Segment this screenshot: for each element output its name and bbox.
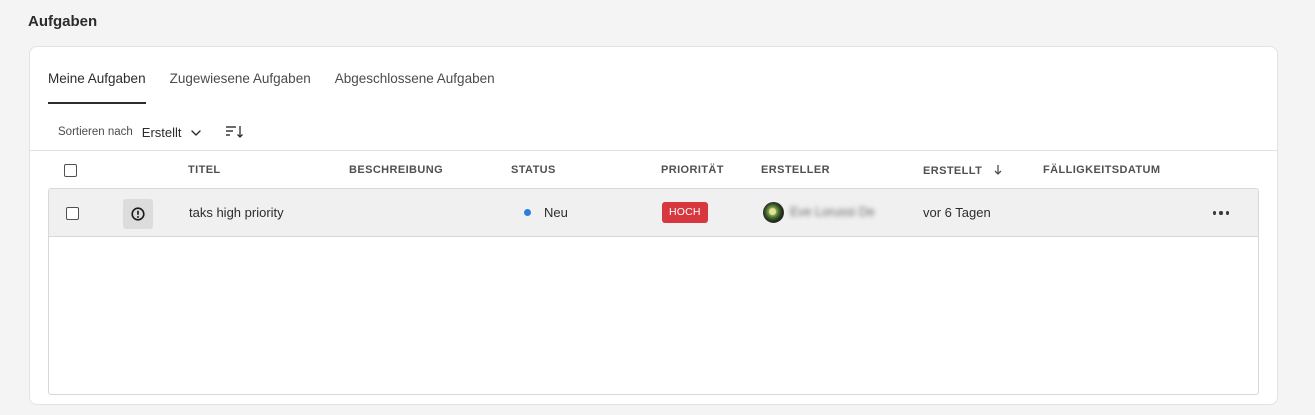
task-table: taks high priority Neu HOCH Eve Lorussi … (48, 188, 1259, 395)
column-header-status[interactable]: STATUS (511, 164, 556, 176)
task-status: Neu (544, 205, 568, 220)
sort-label: Sortieren nach (58, 126, 133, 138)
creator-name: Eve Lorussi De (790, 205, 875, 219)
row-checkbox[interactable] (66, 207, 79, 220)
column-header-creator[interactable]: ERSTELLER (761, 164, 830, 176)
task-title[interactable]: taks high priority (189, 189, 284, 236)
column-header-title[interactable]: TITEL (188, 164, 221, 176)
status-dot (524, 209, 531, 216)
column-header-due-date[interactable]: FÄLLIGKEITSDATUM (1043, 164, 1160, 176)
more-horizontal-icon (1212, 211, 1217, 215)
arrow-down-icon (994, 165, 1002, 175)
chevron-down-icon (190, 126, 202, 138)
tab-list: Meine Aufgaben Zugewiesene Aufgaben Abge… (48, 47, 519, 104)
select-all-checkbox[interactable] (64, 164, 77, 177)
sort-descending-icon[interactable] (225, 124, 245, 140)
toolbar-divider (30, 150, 1277, 151)
tab-my-tasks[interactable]: Meine Aufgaben (48, 47, 146, 104)
tab-assigned-tasks[interactable]: Zugewiesene Aufgaben (170, 47, 311, 104)
tab-completed-tasks[interactable]: Abgeschlossene Aufgaben (335, 47, 495, 104)
sort-value: Erstellt (141, 124, 182, 140)
page-title: Aufgaben (28, 13, 98, 30)
column-header-priority[interactable]: PRIORITÄT (661, 164, 724, 176)
sort-bar: Sortieren nach Erstellt (58, 121, 245, 143)
more-actions-button[interactable] (1209, 203, 1233, 223)
tasks-card: Meine Aufgaben Zugewiesene Aufgaben Abge… (29, 46, 1278, 405)
priority-badge: HOCH (662, 202, 708, 223)
table-row[interactable]: taks high priority Neu HOCH Eve Lorussi … (49, 189, 1258, 237)
sort-picker[interactable]: Erstellt (142, 125, 202, 140)
column-header-description[interactable]: BESCHREIBUNG (349, 164, 443, 176)
column-header-created-label: ERSTELLT (923, 165, 983, 177)
task-created: vor 6 Tagen (923, 205, 991, 220)
alert-circle-icon (123, 199, 153, 229)
column-header-created[interactable]: ERSTELLT (923, 164, 1003, 177)
avatar (763, 202, 784, 223)
